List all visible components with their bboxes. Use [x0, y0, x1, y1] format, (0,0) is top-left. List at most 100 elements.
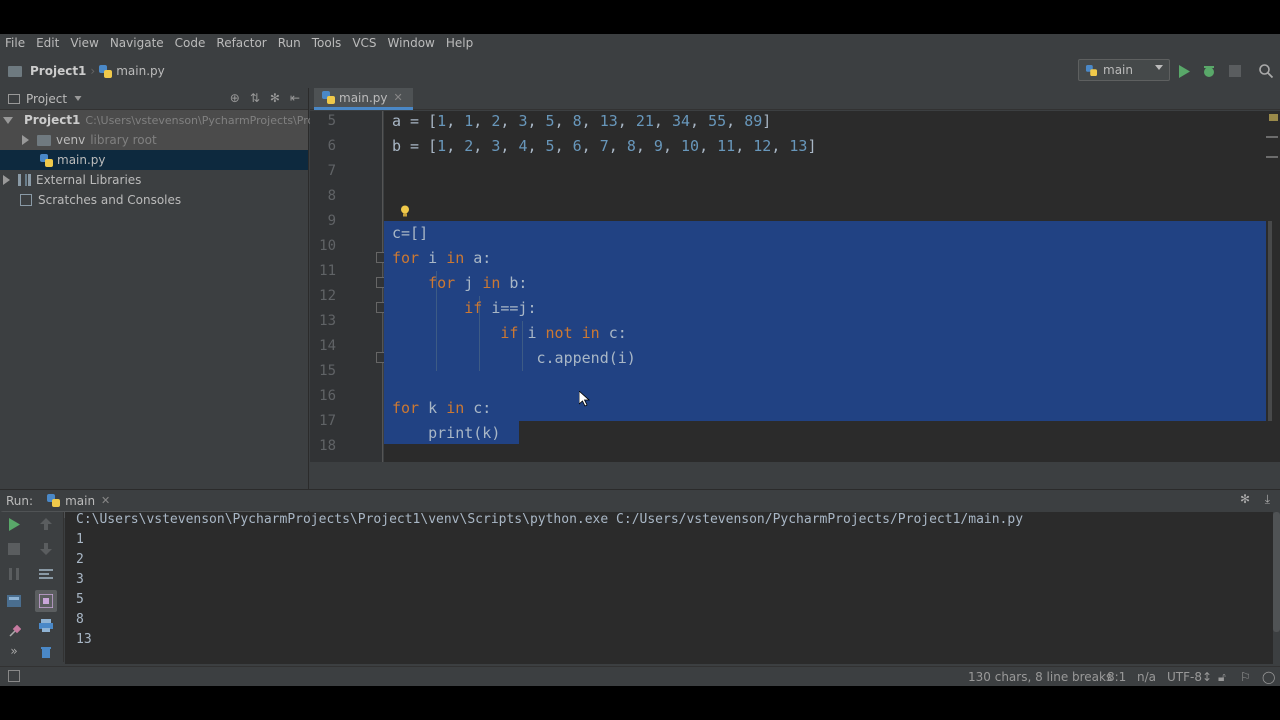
run-config-label: main — [1103, 63, 1133, 77]
menu-navigate[interactable]: Navigate — [110, 34, 170, 52]
pin-icon — [8, 624, 21, 637]
hide-icon[interactable]: ⇤ — [290, 91, 300, 105]
code-editor[interactable]: a = [1, 1, 2, 3, 5, 8, 13, 21, 34, 55, 8… — [384, 111, 1272, 462]
folder-icon — [37, 134, 51, 146]
scratches-icon — [20, 194, 32, 206]
status-bar: 130 chars, 8 line breaks 8:1 n/a UTF-8↕ … — [0, 666, 1280, 686]
breadcrumb-file-label: main.py — [116, 64, 165, 78]
soft-wrap-button[interactable] — [37, 565, 55, 583]
chevron-right-icon[interactable] — [3, 175, 10, 185]
more-icon[interactable]: » — [5, 642, 23, 660]
line-number: 12 — [319, 288, 336, 304]
menu-edit[interactable]: Edit — [36, 34, 65, 52]
console-command: C:\Users\vstevenson\PycharmProjects\Proj… — [76, 512, 1024, 527]
python-file-icon — [47, 494, 61, 507]
run-button[interactable] — [1175, 62, 1193, 80]
pin-button[interactable] — [5, 622, 23, 640]
menu-help[interactable]: Help — [446, 34, 479, 52]
tree-item-external-libraries[interactable]: External Libraries — [0, 170, 308, 190]
run-tab-main[interactable]: main ✕ — [47, 494, 110, 508]
stop-button[interactable] — [5, 540, 23, 558]
chevron-right-icon[interactable] — [22, 135, 29, 145]
layout-icon — [7, 595, 21, 607]
arrow-down-icon — [40, 543, 52, 555]
tree-item-main-py[interactable]: main.py — [0, 150, 308, 170]
line-number: 9 — [327, 213, 336, 229]
editor-tab-bar: main.py ✕ — [310, 88, 1280, 110]
clear-all-button[interactable] — [37, 642, 55, 660]
line-number: 17 — [319, 413, 336, 429]
editor-marker-strip[interactable] — [1266, 111, 1280, 462]
down-button[interactable] — [37, 540, 55, 558]
close-icon[interactable]: ✕ — [101, 494, 110, 507]
code-line-16: print(k) — [392, 424, 501, 442]
tree-item-venv[interactable]: venv library root — [0, 130, 308, 150]
lightbulb-icon[interactable] — [400, 205, 410, 217]
lock-icon[interactable]: 🔓︎ — [1218, 670, 1226, 685]
project-tool-window: Project ⊕ ⇅ ✻ ⇤ Project1 C:\Users\vsteve… — [0, 88, 314, 518]
line-number: 11 — [319, 263, 336, 279]
status-caret-position[interactable]: 8:1 — [1107, 670, 1126, 684]
inspection-status-icon[interactable] — [1269, 114, 1278, 121]
stop-button[interactable] — [1226, 62, 1244, 80]
status-line-separator[interactable]: n/a — [1137, 670, 1156, 684]
code-line-10: for j in b: — [428, 274, 528, 292]
play-icon — [1179, 64, 1190, 78]
tab-main-py[interactable]: main.py ✕ — [314, 88, 413, 110]
debug-button[interactable] — [1200, 62, 1218, 80]
locate-icon[interactable]: ⊕ — [230, 91, 240, 105]
line-number: 16 — [319, 388, 336, 404]
breadcrumb-file[interactable]: main.py — [99, 64, 165, 78]
code-line-11: if i==j: — [464, 299, 537, 317]
close-icon[interactable]: ✕ — [394, 91, 403, 104]
code-line-12: if i not in c: — [500, 324, 627, 342]
menu-file[interactable]: File — [5, 34, 31, 52]
run-tab-label: main — [65, 493, 96, 508]
menu-vcs[interactable]: VCS — [352, 34, 382, 52]
hide-icon[interactable]: ⤓ — [1265, 492, 1270, 507]
collapse-all-icon[interactable]: ⇅ — [250, 91, 260, 105]
chevron-down-icon[interactable] — [74, 96, 82, 101]
code-line-6: b = [1, 2, 3, 4, 5, 6, 7, 8, 9, 10, 11, … — [392, 137, 817, 155]
menu-code[interactable]: Code — [175, 34, 212, 52]
restore-layout-button[interactable] — [5, 592, 23, 610]
code-line-5: a = [1, 1, 2, 3, 5, 8, 13, 21, 34, 55, 8… — [392, 112, 772, 130]
menu-bar: File Edit View Navigate Code Refactor Ru… — [0, 34, 1280, 52]
console-output-line: 2 — [76, 552, 84, 567]
console-output-line: 3 — [76, 572, 84, 587]
tree-item-scratches[interactable]: Scratches and Consoles — [0, 190, 308, 210]
run-console[interactable]: C:\Users\vstevenson\PycharmProjects\Proj… — [65, 512, 1273, 664]
menu-tools[interactable]: Tools — [312, 34, 348, 52]
run-label: Run: — [6, 493, 34, 508]
chevron-down-icon[interactable] — [3, 116, 13, 124]
breadcrumb-project[interactable]: Project1 — [0, 64, 86, 78]
pause-button[interactable] — [5, 565, 23, 583]
gear-icon[interactable]: ✻ — [1240, 492, 1250, 506]
play-icon — [9, 517, 20, 531]
print-button[interactable] — [37, 616, 55, 634]
project-pane-title[interactable]: Project — [26, 92, 67, 106]
menu-run[interactable]: Run — [278, 34, 307, 52]
tree-external-label: External Libraries — [36, 173, 142, 187]
search-everywhere-button[interactable] — [1257, 62, 1275, 80]
gear-icon[interactable]: ✻ — [270, 91, 280, 105]
breadcrumb-project-label: Project1 — [30, 64, 87, 78]
up-button[interactable] — [37, 515, 55, 533]
menu-view[interactable]: View — [70, 34, 104, 52]
inspector-icon[interactable]: ⚐ — [1240, 670, 1251, 684]
editor-scroll-thumb[interactable] — [1268, 221, 1272, 421]
mouse-cursor-icon — [579, 391, 591, 407]
run-config-select[interactable]: main — [1078, 59, 1170, 81]
libraries-icon — [18, 174, 31, 186]
rerun-button[interactable] — [5, 515, 23, 533]
stop-icon — [1229, 65, 1241, 77]
console-scrollbar[interactable] — [1273, 512, 1280, 632]
status-encoding[interactable]: UTF-8↕ — [1167, 670, 1212, 684]
menu-refactor[interactable]: Refactor — [216, 34, 272, 52]
menu-window[interactable]: Window — [388, 34, 441, 52]
memory-indicator-icon[interactable]: ◯ — [1262, 670, 1275, 684]
tree-item-project-root[interactable]: Project1 C:\Users\vstevenson\PycharmProj… — [0, 110, 314, 130]
scroll-to-end-button[interactable] — [35, 590, 57, 612]
line-number: 6 — [327, 138, 336, 154]
tool-windows-icon[interactable] — [8, 670, 20, 682]
